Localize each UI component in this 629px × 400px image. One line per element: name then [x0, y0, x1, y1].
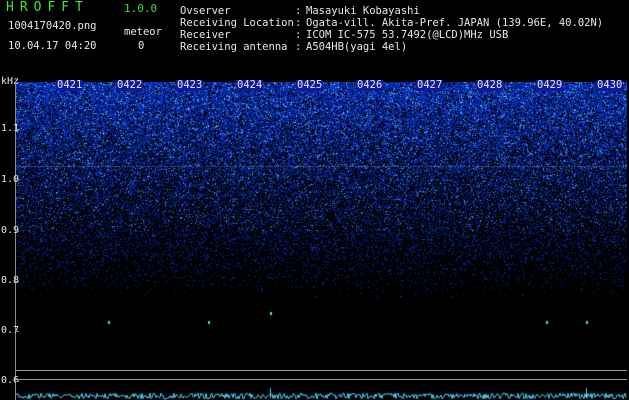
spectrogram — [16, 82, 627, 352]
time-label: 0425 — [296, 79, 324, 91]
info-location-colon: : — [295, 17, 302, 29]
info-antenna-label: Receiving antenna — [180, 41, 288, 53]
app-version: 1.0.0 — [124, 2, 158, 15]
info-receiver-colon: : — [295, 29, 302, 41]
time-label: 0430 — [596, 79, 624, 91]
time-label: 0423 — [176, 79, 204, 91]
time-label: 0429 — [536, 79, 564, 91]
time-label: 0428 — [476, 79, 504, 91]
info-antenna-value: A504HB(yagi 4el) — [306, 41, 408, 53]
info-location-value: Ogata-vill. Akita-Pref. JAPAN (139.96E, … — [306, 17, 604, 29]
info-receiver-label: Receiver — [180, 29, 231, 41]
time-label: 0424 — [236, 79, 264, 91]
app-title: HROFFT — [6, 0, 89, 15]
y-tick-mark — [15, 331, 19, 332]
time-label: 0422 — [116, 79, 144, 91]
info-observer-value: Masayuki Kobayashi — [306, 5, 420, 17]
info-antenna-colon: : — [295, 41, 302, 53]
info-observer-label: Ovserver — [180, 5, 231, 17]
meteor-count: 0 — [138, 40, 145, 52]
guide-line — [16, 370, 627, 371]
y-tick-mark — [15, 281, 19, 282]
time-label: 0421 — [56, 79, 84, 91]
guide-line — [16, 379, 627, 380]
y-tick-mark — [15, 231, 19, 232]
file-name: 1004170420.png — [8, 20, 97, 32]
y-tick-mark — [15, 129, 19, 130]
info-location-label: Receiving Location — [180, 17, 294, 29]
info-observer-colon: : — [295, 5, 302, 17]
meteor-label: meteor — [124, 26, 162, 38]
y-tick-mark — [15, 180, 19, 181]
time-label: 0426 — [356, 79, 384, 91]
y-axis-unit: kHz — [1, 76, 20, 87]
signal-strip — [16, 382, 627, 400]
info-receiver-value: ICOM IC-575 53.7492(@LCD)MHz USB — [306, 29, 509, 41]
time-label: 0427 — [416, 79, 444, 91]
file-datetime: 10.04.17 04:20 — [8, 40, 97, 52]
